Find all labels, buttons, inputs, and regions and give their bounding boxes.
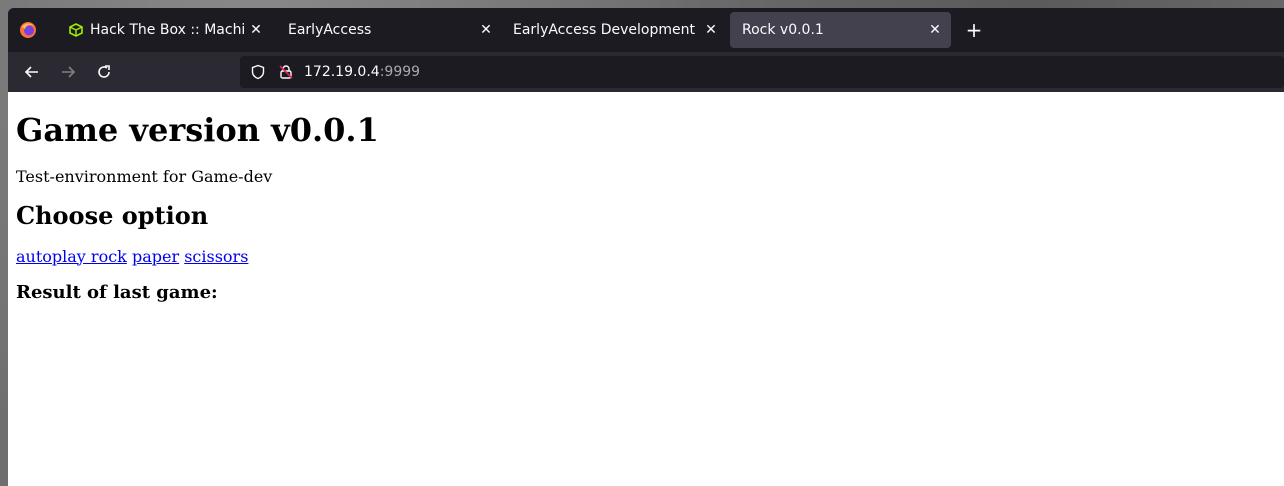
page-title: Game version v0.0.1 [16, 111, 379, 149]
close-tab-icon[interactable]: ✕ [474, 18, 498, 42]
tab-earlyaccess-development[interactable]: EarlyAccess Development ✕ [501, 12, 727, 48]
tab-label: EarlyAccess [288, 22, 372, 38]
tab-label: Hack The Box :: Machines [90, 22, 244, 38]
autoplay-rock-link[interactable]: autoplay rock [16, 247, 127, 266]
forward-button[interactable] [52, 56, 84, 88]
navigation-toolbar: 172.19.0.4:9999 [8, 52, 1284, 92]
choose-option-heading: Choose option [16, 200, 209, 230]
scissors-link[interactable]: scissors [184, 247, 248, 266]
close-tab-icon[interactable]: ✕ [244, 18, 268, 42]
shield-icon[interactable] [248, 62, 268, 82]
url-port: :9999 [379, 64, 421, 80]
back-button[interactable] [16, 56, 48, 88]
paper-link[interactable]: paper [132, 247, 179, 266]
page-subtitle: Test-environment for Game-dev [16, 166, 273, 186]
forward-arrow-icon [62, 66, 76, 78]
reload-icon [98, 65, 110, 78]
browser-window: Hack The Box :: Machines ✕ EarlyAccess ✕… [8, 8, 1284, 486]
insecure-lock-icon[interactable] [276, 62, 296, 82]
url-host: 172.19.0.4 [304, 64, 380, 80]
page-content: Game version v0.0.1 Test-environment for… [8, 92, 1284, 486]
htb-cube-icon [68, 22, 84, 38]
reload-button[interactable] [88, 56, 120, 88]
close-tab-icon[interactable]: ✕ [923, 18, 947, 42]
new-tab-button[interactable]: + [960, 16, 988, 44]
firefox-icon[interactable] [8, 8, 48, 52]
back-arrow-icon [24, 66, 38, 78]
tab-label: Rock v0.0.1 [742, 22, 824, 38]
option-links: autoplay rock paper scissors [16, 247, 1276, 266]
tab-rock[interactable]: Rock v0.0.1 ✕ [730, 12, 951, 48]
url-bar[interactable]: 172.19.0.4:9999 [240, 56, 1284, 88]
tab-label: EarlyAccess Development [513, 22, 695, 38]
tab-earlyaccess[interactable]: EarlyAccess ✕ [276, 12, 502, 48]
tab-strip: Hack The Box :: Machines ✕ EarlyAccess ✕… [8, 8, 1284, 52]
close-tab-icon[interactable]: ✕ [699, 18, 723, 42]
result-heading: Result of last game: [16, 281, 218, 303]
tab-hack-the-box[interactable]: Hack The Box :: Machines ✕ [56, 12, 272, 48]
